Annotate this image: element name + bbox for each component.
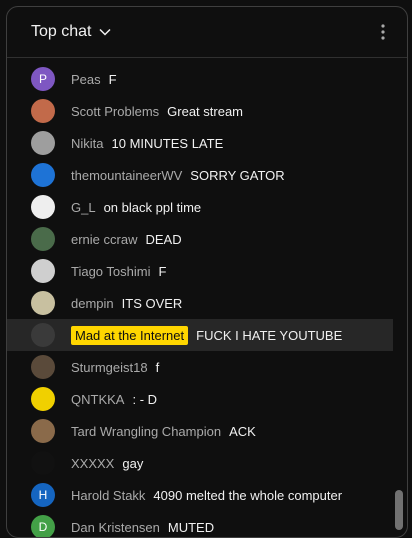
message-text: ITS OVER bbox=[121, 295, 183, 311]
author-name[interactable]: Sturmgeist18 bbox=[71, 360, 148, 375]
author-name[interactable]: Dan Kristensen bbox=[71, 520, 160, 535]
chat-message[interactable]: Tard Wrangling Champion ACK bbox=[7, 415, 407, 447]
message-text: MUTED bbox=[167, 519, 215, 535]
author-name[interactable]: G_L bbox=[71, 200, 96, 215]
message-text: Great stream bbox=[167, 103, 244, 119]
message-text: 10 MINUTES LATE bbox=[111, 135, 224, 151]
more-vert-icon[interactable] bbox=[371, 20, 395, 44]
message-text: : - D bbox=[132, 391, 158, 407]
message-text: F bbox=[158, 263, 167, 279]
avatar[interactable] bbox=[31, 355, 55, 379]
chat-mode-title[interactable]: Top chat bbox=[31, 23, 91, 41]
avatar[interactable] bbox=[31, 419, 55, 443]
message-text: gay bbox=[122, 455, 144, 471]
live-chat-panel: Top chat P Peas F Scott Problems Great s… bbox=[6, 6, 408, 538]
avatar[interactable] bbox=[31, 195, 55, 219]
avatar[interactable] bbox=[31, 259, 55, 283]
avatar[interactable]: P bbox=[31, 67, 55, 91]
author-name[interactable]: dempin bbox=[71, 296, 114, 311]
chat-message[interactable]: H Harold Stakk 4090 melted the whole com… bbox=[7, 479, 407, 511]
chat-message[interactable]: XXXXX gay bbox=[7, 447, 407, 479]
author-name[interactable]: Nikita bbox=[71, 136, 104, 151]
author-name[interactable]: Peas bbox=[71, 72, 101, 87]
message-text: f bbox=[155, 359, 160, 375]
message-text: F bbox=[108, 71, 117, 87]
avatar[interactable] bbox=[31, 323, 55, 347]
chat-scrollbar[interactable] bbox=[395, 490, 403, 530]
author-name[interactable]: Mad at the Internet bbox=[71, 325, 189, 345]
avatar[interactable] bbox=[31, 387, 55, 411]
avatar[interactable] bbox=[31, 163, 55, 187]
chat-message[interactable]: ernie ccraw DEAD bbox=[7, 223, 407, 255]
chat-message[interactable]: D Dan Kristensen MUTED bbox=[7, 511, 407, 537]
chat-message[interactable]: themountaineerWV SORRY GATOR bbox=[7, 159, 407, 191]
message-text: DEAD bbox=[145, 231, 182, 247]
author-name[interactable]: Harold Stakk bbox=[71, 488, 145, 503]
chat-message[interactable]: Scott Problems Great stream bbox=[7, 95, 407, 127]
message-text: SORRY GATOR bbox=[190, 167, 285, 183]
author-name[interactable]: XXXXX bbox=[71, 456, 114, 471]
chat-message[interactable]: G_L on black ppl time bbox=[7, 191, 407, 223]
chat-message[interactable]: Mad at the Internet FUCK I HATE YOUTUBE bbox=[7, 319, 393, 351]
message-text: ACK bbox=[229, 423, 256, 439]
message-text: FUCK I HATE YOUTUBE bbox=[196, 327, 343, 343]
chat-message[interactable]: Sturmgeist18 f bbox=[7, 351, 407, 383]
author-name[interactable]: Tiago Toshimi bbox=[71, 264, 150, 279]
chat-message[interactable]: Tiago Toshimi F bbox=[7, 255, 407, 287]
chat-message-list[interactable]: P Peas F Scott Problems Great stream Nik… bbox=[7, 58, 407, 537]
message-text: 4090 melted the whole computer bbox=[153, 487, 343, 503]
avatar[interactable] bbox=[31, 227, 55, 251]
chat-message[interactable]: P Peas F bbox=[7, 63, 407, 95]
avatar[interactable] bbox=[31, 451, 55, 475]
avatar[interactable] bbox=[31, 131, 55, 155]
avatar[interactable]: H bbox=[31, 483, 55, 507]
message-text: on black ppl time bbox=[103, 199, 202, 215]
author-name[interactable]: QNTKKA bbox=[71, 392, 124, 407]
author-name[interactable]: Tard Wrangling Champion bbox=[71, 424, 221, 439]
chat-message[interactable]: QNTKKA : - D bbox=[7, 383, 407, 415]
chat-header: Top chat bbox=[7, 7, 407, 58]
author-name[interactable]: ernie ccraw bbox=[71, 232, 137, 247]
avatar[interactable] bbox=[31, 99, 55, 123]
avatar[interactable]: D bbox=[31, 515, 55, 537]
avatar[interactable] bbox=[31, 291, 55, 315]
author-name[interactable]: themountaineerWV bbox=[71, 168, 182, 183]
chat-message[interactable]: Nikita 10 MINUTES LATE bbox=[7, 127, 407, 159]
chevron-down-icon[interactable] bbox=[97, 24, 113, 40]
chat-message[interactable]: dempin ITS OVER bbox=[7, 287, 407, 319]
author-name[interactable]: Scott Problems bbox=[71, 104, 159, 119]
